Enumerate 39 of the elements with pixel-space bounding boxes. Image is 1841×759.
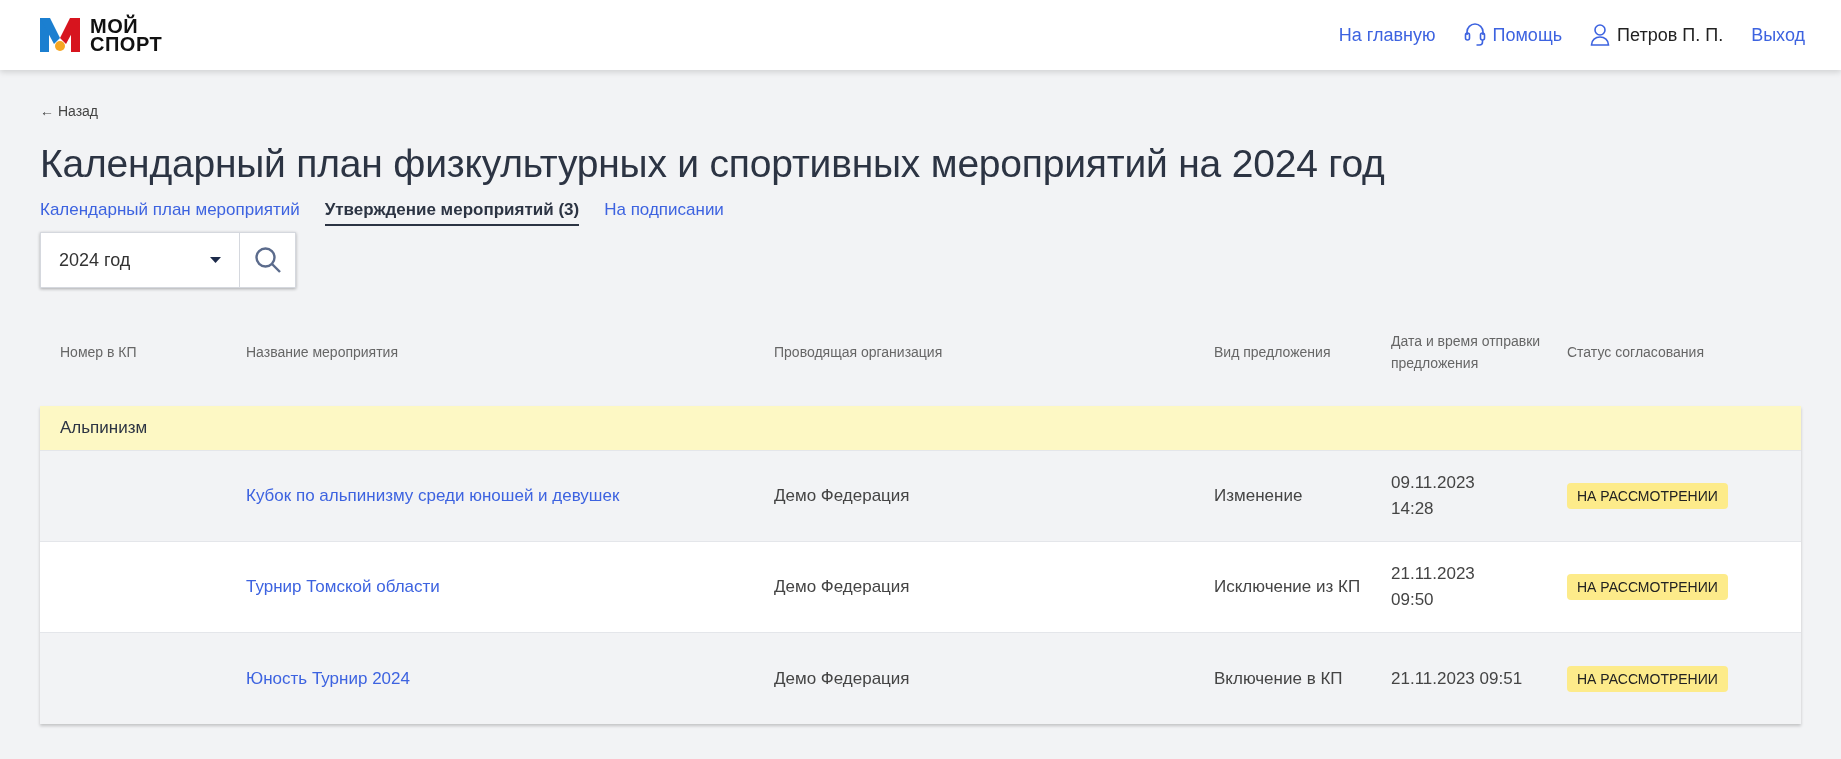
sent-date-cell: 09.11.2023 14:28: [1391, 473, 1475, 518]
user-icon: [1590, 23, 1611, 47]
logo-text: СПОРТ: [90, 35, 163, 53]
organization-cell: Демо Федерация: [774, 577, 910, 596]
back-link[interactable]: ← Назад: [40, 103, 98, 119]
year-select[interactable]: 2024 год: [40, 232, 240, 288]
column-header: Вид предложения: [1214, 344, 1331, 360]
tab[interactable]: На подписании: [604, 200, 724, 226]
status-badge: НА РАССМОТРЕНИИ: [1567, 665, 1728, 692]
column-header: Проводящая организация: [774, 344, 943, 360]
organization-cell: Демо Федерация: [774, 668, 910, 688]
tab[interactable]: Утверждение мероприятий (3): [324, 200, 580, 226]
search-icon: [253, 246, 282, 274]
status-badge: НА РАССМОТРЕНИИ: [1567, 574, 1728, 600]
event-link[interactable]: Юность Турнир 2024: [246, 668, 410, 688]
proposal-type-cell: Включение в КП: [1214, 668, 1343, 688]
proposal-type-cell: Изменение: [1214, 486, 1303, 505]
sent-date-cell: 21.11.2023 09:51: [1391, 668, 1523, 688]
help-link[interactable]: Помощь: [1492, 24, 1563, 46]
page-title: Календарный план физкультурных и спортивных мероприятий на 2024 год: [40, 142, 1386, 186]
logo-icon: [40, 18, 80, 52]
proposal-type-cell: Исключение из КП: [1214, 577, 1361, 596]
search-button[interactable]: [240, 232, 296, 288]
column-header: Статус согласования: [1567, 344, 1704, 360]
sent-date-cell: 21.11.2023 09:50: [1391, 564, 1475, 609]
group-name: Альпинизм: [60, 418, 148, 438]
status-badge: НА РАССМОТРЕНИИ: [1567, 483, 1728, 509]
caret-icon: [210, 257, 221, 263]
user-name: Петров П. П.: [1617, 24, 1724, 46]
nav-link[interactable]: Выход: [1751, 24, 1805, 46]
event-link[interactable]: Турнир Томской области: [246, 577, 440, 596]
column-header: Дата и время отправки предложения: [1391, 333, 1541, 371]
headset-icon: [1463, 23, 1486, 47]
nav-link[interactable]: На главную: [1338, 24, 1436, 46]
tab[interactable]: Календарный план мероприятий: [40, 200, 300, 226]
column-header: Номер в КП: [60, 344, 137, 360]
column-header: Название мероприятия: [246, 344, 399, 360]
organization-cell: Демо Федерация: [774, 486, 910, 505]
event-link[interactable]: Кубок по альпинизму среди юношей и девушек: [246, 486, 620, 505]
